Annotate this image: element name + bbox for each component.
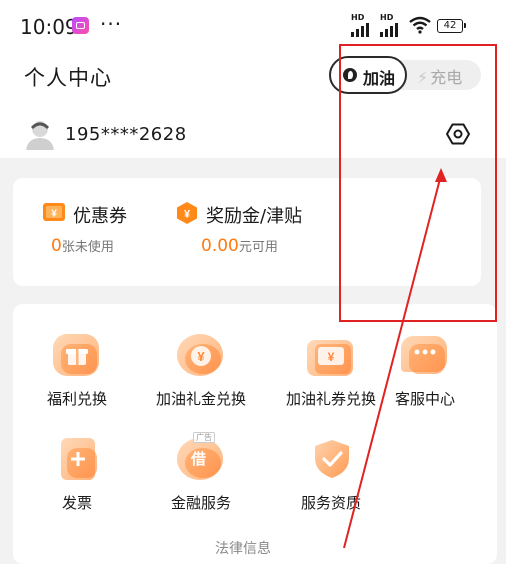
annotation-arrow [343,168,447,548]
